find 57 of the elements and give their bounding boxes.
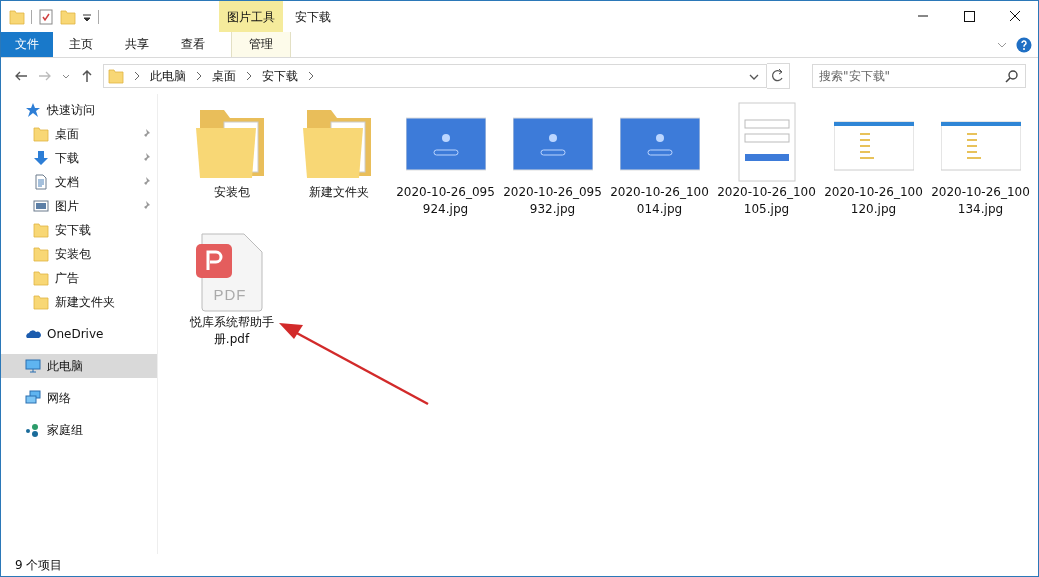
file-name[interactable]: 2020-10-26_095924.jpg bbox=[393, 184, 498, 218]
homegroup-icon bbox=[25, 422, 41, 438]
folder-icon bbox=[33, 246, 49, 262]
sidebar-item[interactable]: 安装包 bbox=[1, 242, 157, 266]
ribbon-tab[interactable]: 查看 bbox=[165, 32, 221, 57]
file-name[interactable]: 2020-10-26_100014.jpg bbox=[607, 184, 712, 218]
sidebar-item[interactable]: 广告 bbox=[1, 266, 157, 290]
help-icon[interactable] bbox=[1016, 36, 1032, 53]
sidebar-item[interactable]: 安下载 bbox=[1, 218, 157, 242]
pdf-label: PDF bbox=[213, 286, 247, 303]
sidebar-item[interactable]: 快速访问 bbox=[1, 98, 157, 122]
folder-icon bbox=[33, 294, 49, 310]
breadcrumb[interactable]: 此电脑 bbox=[150, 67, 186, 85]
ribbon-tab[interactable]: 主页 bbox=[53, 32, 109, 57]
chevron-icon[interactable] bbox=[246, 71, 252, 81]
sidebar-item[interactable]: 桌面 bbox=[1, 122, 157, 146]
file-name[interactable]: 悦库系统帮助手册.pdf bbox=[186, 314, 277, 348]
contextual-tab-label: 图片工具 bbox=[219, 1, 283, 32]
sidebar-item[interactable]: 图片 bbox=[1, 194, 157, 218]
ribbon-tab[interactable]: 管理 bbox=[231, 32, 291, 57]
breadcrumb[interactable]: 安下载 bbox=[262, 67, 298, 85]
sidebar-item[interactable]: 新建文件夹 bbox=[1, 290, 157, 314]
folder-icon bbox=[33, 222, 49, 238]
search-field[interactable]: 搜索"安下载" bbox=[812, 64, 1026, 88]
file-name[interactable]: 安装包 bbox=[179, 184, 284, 201]
folder-icon bbox=[33, 126, 49, 142]
chevron-icon[interactable] bbox=[196, 71, 202, 81]
ribbon-tab[interactable]: 共享 bbox=[109, 32, 165, 57]
file-name[interactable]: 2020-10-26_100120.jpg bbox=[821, 184, 926, 218]
sidebar-item[interactable]: OneDrive bbox=[1, 322, 157, 346]
file-name[interactable]: 2020-10-26_100134.jpg bbox=[928, 184, 1033, 218]
computer-icon bbox=[25, 358, 41, 374]
document-icon bbox=[33, 174, 49, 190]
picture-icon bbox=[33, 198, 49, 214]
ribbon-tab[interactable]: 文件 bbox=[1, 32, 53, 57]
sidebar-item[interactable]: 家庭组 bbox=[1, 418, 157, 442]
chevron-icon[interactable] bbox=[308, 71, 314, 81]
network-icon bbox=[25, 390, 41, 406]
address-bar[interactable]: 此电脑 桌面 安下载 bbox=[103, 64, 767, 88]
file-name[interactable]: 新建文件夹 bbox=[286, 184, 391, 201]
search-icon[interactable] bbox=[1005, 69, 1019, 83]
file-name[interactable]: 2020-10-26_095932.jpg bbox=[500, 184, 605, 218]
item-count: 9 个项目 bbox=[15, 556, 63, 574]
sidebar-item[interactable]: 网络 bbox=[1, 386, 157, 410]
breadcrumb[interactable]: 桌面 bbox=[212, 67, 236, 85]
chevron-icon[interactable] bbox=[134, 71, 140, 81]
window-title: 安下载 bbox=[294, 9, 332, 26]
download-arrow-icon bbox=[33, 150, 49, 166]
sidebar-item[interactable]: 文档 bbox=[1, 170, 157, 194]
star-icon bbox=[25, 102, 41, 118]
file-name[interactable]: 2020-10-26_100105.jpg bbox=[714, 184, 819, 218]
folder-icon bbox=[33, 270, 49, 286]
sidebar-item[interactable]: 下载 bbox=[1, 146, 157, 170]
folder-icon bbox=[108, 68, 124, 84]
properties-icon[interactable] bbox=[38, 8, 54, 25]
sidebar-item[interactable]: 此电脑 bbox=[1, 354, 157, 378]
refresh-icon[interactable] bbox=[767, 63, 790, 89]
